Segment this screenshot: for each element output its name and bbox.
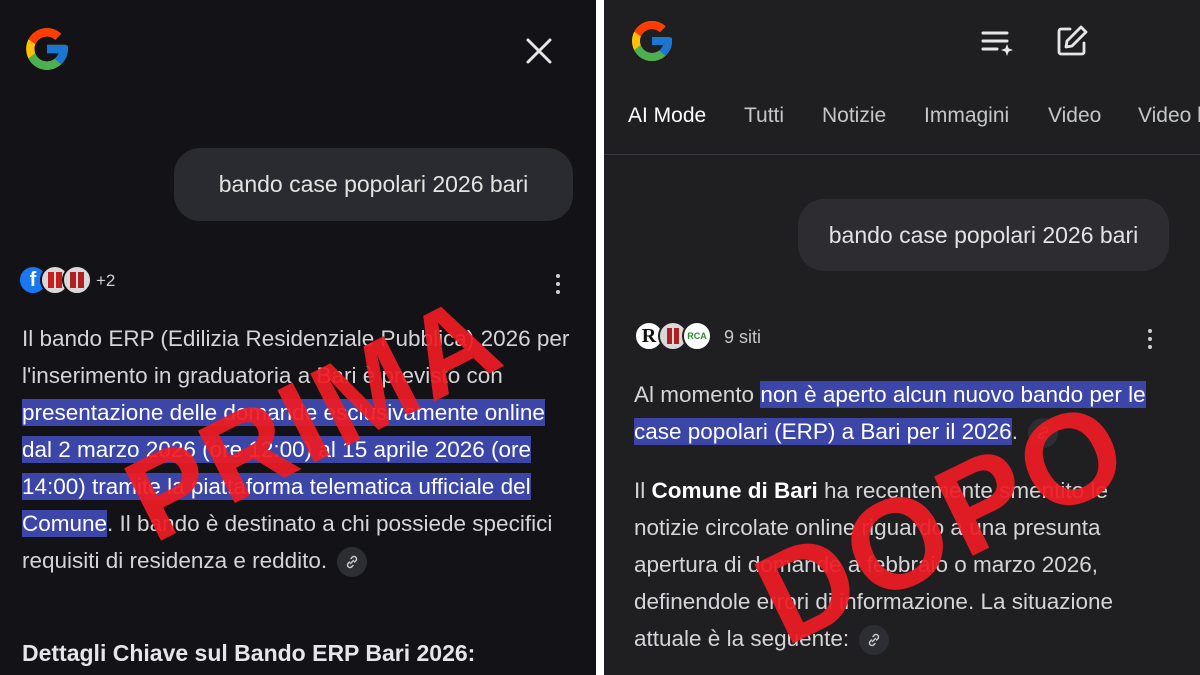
close-icon[interactable] — [524, 36, 554, 66]
tab-immagini[interactable]: Immagini — [924, 104, 1009, 128]
answer-text-start: Al momento — [634, 382, 761, 407]
tab-tutti[interactable]: Tutti — [744, 104, 784, 128]
right-panel-after: AI Mode Tutti Notizie Immagini Video Vid… — [604, 0, 1200, 675]
p2-text-start: Il — [634, 478, 652, 503]
source-avatars[interactable]: R RCA 9 siti — [634, 321, 804, 355]
tab-video[interactable]: Video — [1048, 104, 1101, 128]
list-sparkle-icon[interactable] — [980, 26, 1016, 58]
tab-notizie[interactable]: Notizie — [822, 104, 886, 128]
tab-ai-mode[interactable]: AI Mode — [628, 104, 706, 128]
sources-count: 9 siti — [724, 327, 762, 347]
section-heading: Dettagli Chiave sul Bando ERP Bari 2026: — [22, 640, 476, 666]
query-text: bando case popolari 2026 bari — [218, 171, 529, 197]
more-vert-icon[interactable] — [556, 274, 562, 298]
panel-divider — [596, 0, 604, 675]
query-bubble: bando case popolari 2026 bari — [798, 199, 1169, 271]
more-vert-icon[interactable] — [1148, 329, 1154, 353]
google-logo-icon — [632, 21, 672, 61]
tab-video-brevi[interactable]: Video b — [1138, 104, 1200, 128]
query-bubble: bando case popolari 2026 bari — [174, 148, 573, 221]
left-panel-before: bando case popolari 2026 bari f +2 Il ba… — [0, 0, 596, 675]
source-avatars[interactable]: f +2 — [18, 265, 138, 299]
link-icon[interactable] — [337, 547, 368, 578]
google-logo-icon — [26, 28, 68, 70]
source-avatar — [62, 265, 92, 295]
tabs-divider — [604, 154, 1200, 155]
p2-bold-entity: Comune di Bari — [651, 478, 818, 503]
edit-icon[interactable] — [1055, 24, 1089, 58]
query-text: bando case popolari 2026 bari — [828, 221, 1139, 248]
sources-more-count: +2 — [96, 271, 116, 290]
source-avatar: RCA — [682, 321, 712, 351]
